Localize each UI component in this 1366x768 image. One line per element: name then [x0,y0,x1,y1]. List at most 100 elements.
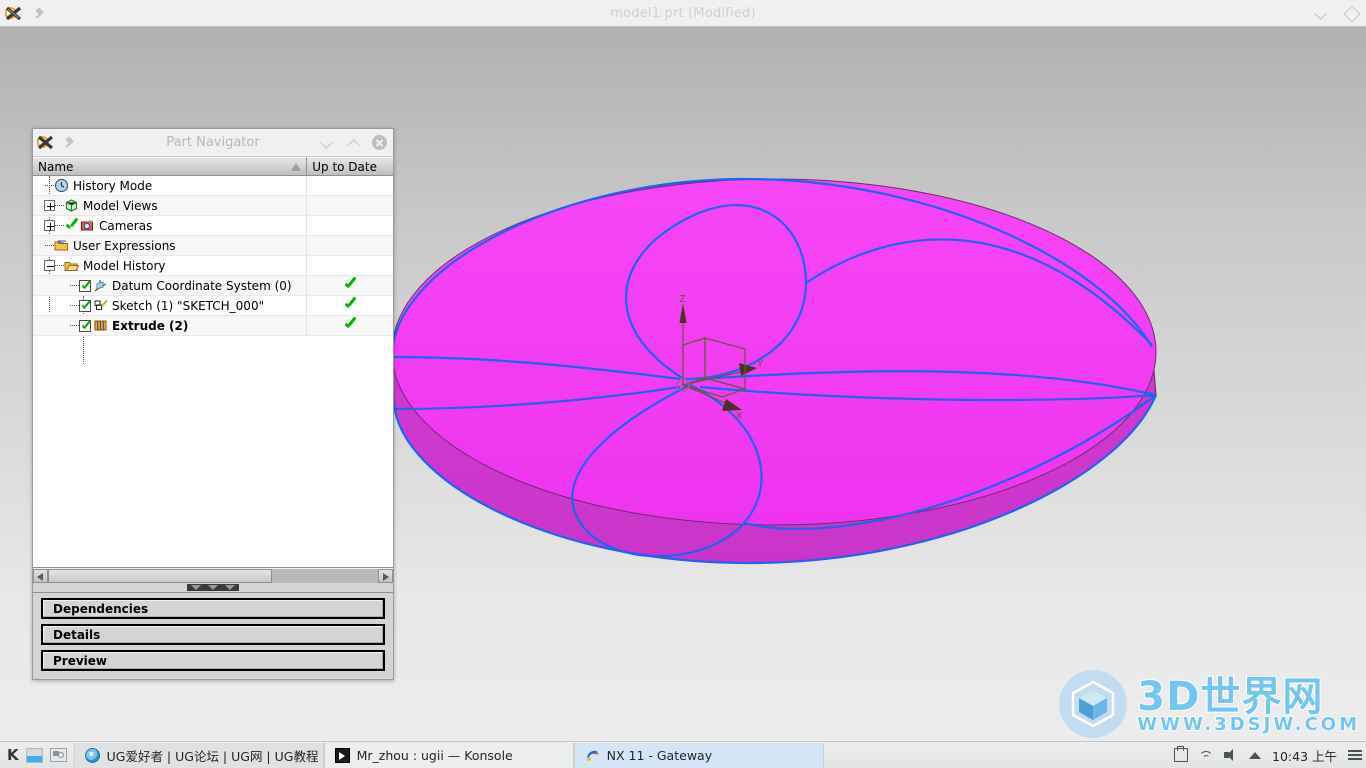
nx-icon [585,748,600,763]
taskbar-clock[interactable]: 10:43 上午 [1272,746,1337,765]
tree-connector-icon [45,185,54,186]
part-navigator-panel[interactable]: Part Navigator Name Up to Date History M… [32,128,394,680]
tree-row-label: Cameras [99,218,153,233]
desktop-root: model1.prt (Modified) Z Y X Part Navigat… [0,0,1366,768]
window-titlebar: model1.prt (Modified) [0,0,1366,27]
pin-icon[interactable] [33,7,46,20]
feature-suppress-checkbox[interactable] [79,279,91,292]
folder-open-icon [64,258,80,273]
dependencies-panel-button[interactable]: Dependencies [41,598,385,619]
clock-icon [54,178,69,193]
konsole-icon [334,747,350,763]
firefox-icon [84,747,100,763]
panel-splitter[interactable] [33,583,393,592]
tree-row-label: Extrude (2) [112,318,189,333]
preview-panel-button[interactable]: Preview [41,650,385,671]
feature-suppress-checkbox[interactable] [79,319,91,332]
column-header-up-to-date[interactable]: Up to Date [307,157,393,175]
y-axis-label: Y [756,359,764,370]
taskbar-system-icons: K [0,746,74,764]
taskbar-item-konsole[interactable]: Mr_zhou : ugii — Konsole [323,742,574,768]
tree-row[interactable]: Extrude (2) [33,315,393,336]
kde-launcher-icon[interactable]: K [7,746,19,764]
taskbar-item-nx[interactable]: NX 11 - Gateway [573,742,824,768]
nx-logo-icon [4,5,23,22]
tree-row-name[interactable]: User Expressions [33,235,308,256]
tree-row[interactable]: Datum Coordinate System (0) [33,275,393,296]
model-views-icon [64,198,79,213]
datum-csys-icon [93,278,108,293]
feature-suppress-checkbox[interactable] [79,299,91,312]
tree-connector-icon [70,285,79,286]
tree-row-name[interactable]: Datum Coordinate System (0) [33,275,308,296]
tree-row-status [307,316,393,335]
tree-row[interactable]: Model History [33,255,393,276]
up-to-date-check-icon [344,278,357,291]
tree-row-name[interactable]: Sketch (1) "SKETCH_000" [33,295,308,316]
chevron-up-icon[interactable] [347,138,361,147]
up-to-date-check-icon [344,318,357,331]
chevron-down-icon[interactable] [322,138,336,147]
x-axis-label: X [736,411,743,422]
tree-row-name[interactable]: Cameras [33,215,308,236]
tree-row[interactable]: Model Views [33,195,393,216]
tree-row-label: Sketch (1) "SKETCH_000" [112,298,265,313]
tree-row-label: Model History [83,258,166,273]
up-to-date-check-icon [344,298,357,311]
tree-connector-icon [45,245,54,246]
hamburger-menu-icon[interactable] [1348,747,1362,762]
scroll-left-icon[interactable] [33,569,48,583]
tree-row-status [307,296,393,315]
part-navigator-titlebar[interactable]: Part Navigator [33,129,393,157]
expander-plus-icon[interactable] [44,200,55,211]
pager-icon[interactable] [49,748,67,762]
tree-row-status [307,276,393,295]
column-header-name-label: Name [38,160,74,174]
tree-column-headers: Name Up to Date [33,157,393,176]
tree-row[interactable]: History Mode [33,176,393,196]
column-header-up-to-date-label: Up to Date [312,160,377,174]
scrollbar-track[interactable] [48,569,378,583]
show-desktop-icon[interactable] [25,747,43,763]
sort-ascending-icon [291,163,302,171]
expander-minus-icon[interactable] [44,260,55,271]
model-tree[interactable]: History Mode Model Views Cameras User Ex… [33,176,393,568]
taskbar-item-label: Mr_zhou : ugii — Konsole [356,747,513,763]
tree-connector-icon [55,205,64,206]
tree-row-label: User Expressions [73,238,176,253]
tree-connector-icon [55,265,64,266]
show-hidden-tray-icon[interactable] [1249,751,1261,759]
titlebar-left-controls [0,5,46,22]
tree-row-label: History Mode [73,178,153,193]
tree-row[interactable]: User Expressions [33,235,393,256]
tree-horizontal-scrollbar[interactable] [33,568,393,583]
z-axis-label: Z [679,294,686,305]
taskbar-item-label: UG爱好者 | UG论坛 | UG网 | UG教程 | U [106,748,324,764]
scrollbar-thumb[interactable] [48,569,273,583]
tree-row-name[interactable]: Extrude (2) [33,315,308,336]
tree-row[interactable]: Sketch (1) "SKETCH_000" [33,295,393,316]
volume-icon[interactable] [1224,748,1238,762]
tree-row-name[interactable]: Model Views [33,195,308,216]
splitter-grip-icon[interactable] [187,584,239,591]
clipboard-icon[interactable] [1174,746,1188,762]
expander-plus-icon[interactable] [44,220,55,231]
part-navigator-window-buttons [322,135,387,150]
close-icon[interactable] [372,135,387,150]
tree-connector-icon [70,325,79,326]
column-header-name[interactable]: Name [33,157,308,175]
tree-row-label: Datum Coordinate System (0) [112,278,292,293]
details-panel-button[interactable]: Details [41,624,385,645]
taskbar-item-browser[interactable]: UG爱好者 | UG论坛 | UG网 | UG教程 | U [73,742,324,768]
taskbar-item-label: NX 11 - Gateway [606,747,713,763]
chevron-down-icon[interactable] [1316,9,1330,18]
titlebar-window-buttons [1316,0,1361,27]
camera-icon [80,218,95,233]
tree-row-name[interactable]: Model History [33,255,308,276]
scroll-right-icon[interactable] [378,569,393,583]
diamond-maximize-icon[interactable] [1343,5,1361,22]
tree-row-label: Model Views [83,198,158,213]
tree-row-name[interactable]: History Mode [33,176,308,196]
tree-row[interactable]: Cameras [33,215,393,236]
network-wifi-icon[interactable] [1199,748,1213,762]
